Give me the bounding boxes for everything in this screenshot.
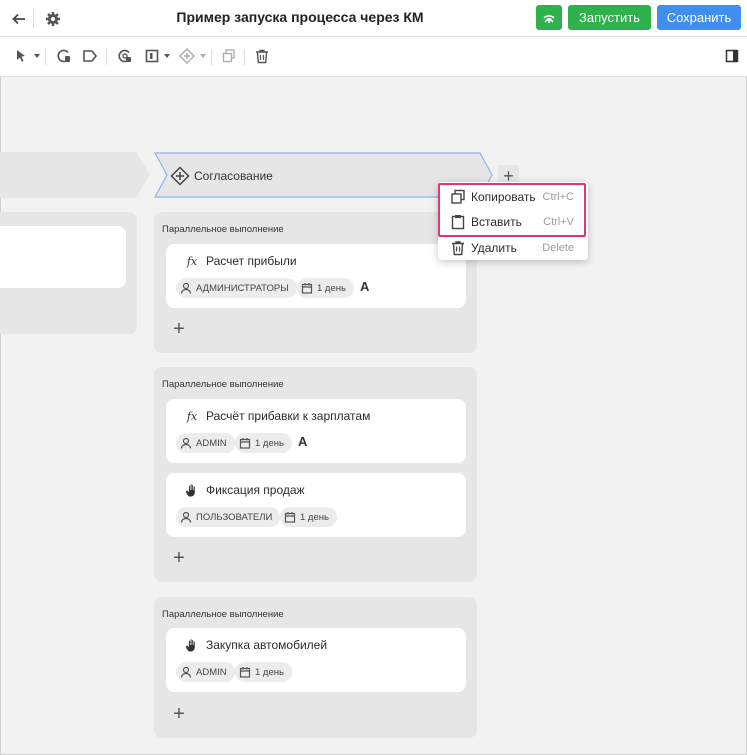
menu-item-label: Вставить	[471, 215, 522, 229]
assignee-badge: A	[360, 279, 370, 294]
role-chip[interactable]: ПОЛЬЗОВАТЕЛИ	[176, 507, 281, 527]
role-chip[interactable]: АДМИНИСТРАТОРЫ	[176, 278, 297, 298]
pointer-icon[interactable]	[12, 47, 30, 65]
header-bar: Пример запуска процесса через КМ Запусти…	[0, 0, 747, 37]
save-button[interactable]: Сохранить	[657, 5, 741, 30]
header-divider	[33, 8, 34, 28]
previous-stage-card[interactable]	[0, 226, 126, 288]
task-title: Фиксация продаж	[206, 483, 305, 497]
menu-item-shortcut: Delete	[542, 242, 574, 254]
user-icon	[180, 511, 192, 523]
stage-label: Согласование	[194, 169, 273, 183]
run-button[interactable]: Запустить	[568, 5, 651, 30]
monitor-button[interactable]	[536, 5, 562, 30]
group-title: Параллельное выполнение	[162, 224, 284, 235]
task-card[interactable]: fx Расчет прибыли АДМИНИСТРАТОРЫ 1 день …	[166, 244, 466, 308]
user-icon	[180, 437, 192, 449]
parallel-group: Параллельное выполнение Закупка автомоби…	[154, 597, 477, 738]
assignee-badge: A	[298, 434, 308, 449]
user-icon	[180, 282, 192, 294]
calendar-icon	[284, 512, 296, 523]
menu-item-delete[interactable]: Удалить Delete	[438, 236, 588, 260]
menu-item-shortcut: Ctrl+V	[543, 216, 574, 228]
trash-icon[interactable]	[253, 47, 271, 65]
role-label: ПОЛЬЗОВАТЕЛИ	[196, 511, 273, 523]
paste-icon	[451, 215, 465, 230]
parallel-group: Параллельное выполнение fx Расчет прибыл…	[154, 212, 477, 353]
calendar-icon	[301, 283, 313, 294]
role-chip[interactable]: ADMIN	[176, 662, 235, 682]
block-dropdown-icon[interactable]	[164, 54, 170, 58]
toolbar-divider	[211, 49, 212, 65]
hand-icon	[184, 482, 200, 498]
duration-label: 1 день	[317, 282, 346, 294]
calendar-icon	[239, 667, 251, 678]
role-label: АДМИНИСТРАТОРЫ	[196, 282, 289, 294]
copy-icon	[451, 189, 465, 204]
function-icon: fx	[186, 254, 198, 268]
role-chip[interactable]: ADMIN	[176, 433, 235, 453]
calendar-icon	[239, 438, 251, 449]
block-icon[interactable]	[143, 47, 161, 65]
role-label: ADMIN	[196, 437, 227, 449]
task-title: Расчёт прибавки к зарплатам	[206, 409, 371, 423]
toolbar-divider	[45, 49, 46, 65]
duration-chip[interactable]: 1 день	[235, 662, 292, 682]
task-title: Расчет прибыли	[206, 254, 297, 268]
gear-icon[interactable]	[43, 9, 63, 29]
menu-item-label: Удалить	[471, 241, 517, 255]
previous-stage-chevron[interactable]	[0, 152, 150, 198]
task-card[interactable]: Фиксация продаж ПОЛЬЗОВАТЕЛИ 1 день	[166, 473, 466, 537]
add-task-button[interactable]: +	[172, 548, 186, 568]
signal-icon	[543, 14, 555, 23]
add-task-button[interactable]: +	[172, 319, 186, 339]
task-circle-icon[interactable]	[55, 47, 73, 65]
gateway-diamond-icon	[170, 166, 190, 186]
toolbar-divider	[106, 49, 107, 65]
parallel-group: Параллельное выполнение fx Расчёт прибав…	[154, 367, 477, 582]
back-arrow-icon[interactable]	[9, 9, 29, 29]
label-tag-icon[interactable]	[81, 47, 99, 65]
hand-icon	[184, 637, 200, 653]
duration-chip[interactable]: 1 день	[297, 278, 354, 298]
menu-item-shortcut: Ctrl+C	[542, 191, 574, 203]
duration-chip[interactable]: 1 день	[280, 507, 337, 527]
context-menu: Копировать Ctrl+C Вставить Ctrl+V Удалит…	[438, 182, 588, 260]
gateway-icon[interactable]	[178, 47, 196, 65]
duration-label: 1 день	[255, 437, 284, 449]
menu-item-label: Копировать	[471, 190, 536, 204]
duration-label: 1 день	[300, 511, 329, 523]
add-task-button[interactable]: +	[172, 704, 186, 724]
task-title: Закупка автомобилей	[206, 638, 328, 652]
copy-icon[interactable]	[220, 47, 238, 65]
user-icon	[180, 666, 192, 678]
subprocess-icon[interactable]	[116, 47, 134, 65]
panel-toggle-icon[interactable]	[723, 47, 741, 65]
duration-chip[interactable]: 1 день	[235, 433, 292, 453]
gateway-dropdown-icon[interactable]	[200, 54, 206, 58]
page-title: Пример запуска процесса через КМ	[176, 9, 424, 25]
duration-label: 1 день	[255, 666, 284, 678]
toolbar	[0, 37, 747, 77]
menu-item-paste[interactable]: Вставить Ctrl+V	[438, 210, 588, 234]
pointer-dropdown-icon[interactable]	[34, 54, 40, 58]
function-icon: fx	[186, 409, 198, 423]
role-label: ADMIN	[196, 666, 227, 678]
task-card[interactable]: fx Расчёт прибавки к зарплатам ADMIN 1 д…	[166, 399, 466, 463]
group-title: Параллельное выполнение	[162, 609, 284, 620]
trash-icon	[452, 241, 464, 256]
group-title: Параллельное выполнение	[162, 379, 284, 390]
toolbar-divider	[244, 49, 245, 65]
menu-item-copy[interactable]: Копировать Ctrl+C	[438, 185, 588, 209]
task-card[interactable]: Закупка автомобилей ADMIN 1 день	[166, 628, 466, 692]
